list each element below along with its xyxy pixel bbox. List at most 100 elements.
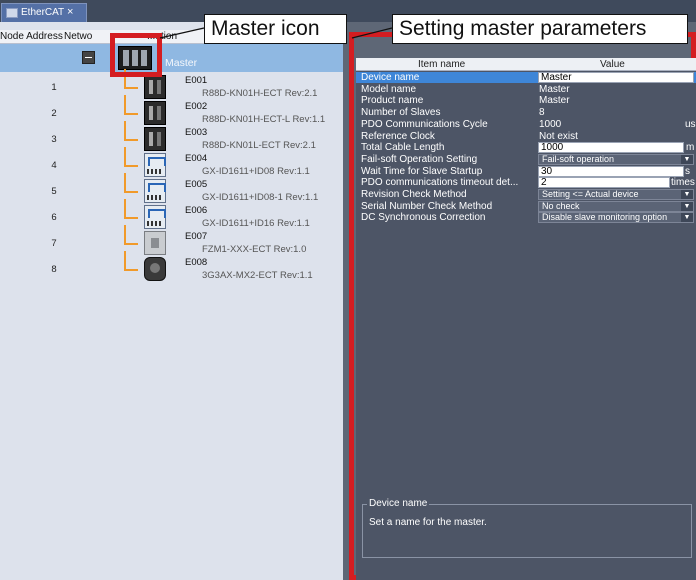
item-name-header: Item name xyxy=(418,59,466,70)
property-name: PDO Communications Cycle xyxy=(361,118,488,130)
property-name: Model name xyxy=(361,83,417,95)
servo-drive-icon[interactable] xyxy=(144,127,166,151)
properties-header: Item name Value xyxy=(356,58,696,71)
property-row[interactable]: Total Cable Length 1000 m xyxy=(356,142,696,154)
property-name: Device name xyxy=(361,72,420,83)
ethercat-tab-icon xyxy=(6,8,18,18)
property-row[interactable]: Revision Check Method Setting <= Actual d… xyxy=(356,189,696,200)
chevron-down-icon[interactable]: ▼ xyxy=(681,201,693,211)
close-icon[interactable]: × xyxy=(67,6,73,18)
slave-row[interactable]: 2 E002 R88D-KN01H-ECT-L Rev:1.1 xyxy=(0,95,343,127)
node-address: 8 xyxy=(51,264,57,275)
network-wire xyxy=(124,147,138,167)
chevron-down-icon[interactable]: ▼ xyxy=(681,213,693,223)
network-wire xyxy=(124,173,138,193)
property-value: Master xyxy=(539,95,570,107)
device-model: E005 xyxy=(185,179,208,190)
property-row[interactable]: Product name Master xyxy=(356,95,696,106)
network-wire xyxy=(124,199,138,219)
description-text: Set a name for the master. xyxy=(369,517,487,528)
property-name: Wait Time for Slave Startup xyxy=(361,165,483,177)
chevron-down-icon[interactable]: ▼ xyxy=(681,190,693,199)
slave-row[interactable]: 4 E004 GX-ID1611+ID08 Rev:1.1 xyxy=(0,147,343,179)
property-row[interactable]: Device name Master xyxy=(356,72,696,83)
column-network[interactable]: Netwo xyxy=(64,31,92,42)
property-value: Not exist xyxy=(539,130,578,142)
inverter-icon[interactable] xyxy=(144,257,166,281)
property-row[interactable]: PDO Communications Cycle 1000 us xyxy=(356,119,696,130)
property-input[interactable]: 1000 xyxy=(538,142,684,154)
node-address: 2 xyxy=(51,108,57,119)
master-icon-highlight xyxy=(110,33,162,77)
device-product: GX-ID1611+ID08 Rev:1.1 xyxy=(202,166,310,177)
property-row[interactable]: Fail-soft Operation Setting Fail-soft ope… xyxy=(356,153,696,165)
dropdown-value: Fail-soft operation xyxy=(542,153,615,164)
node-address: 7 xyxy=(51,238,57,249)
network-wire xyxy=(124,121,138,141)
device-product: FZM1-XXX-ECT Rev:1.0 xyxy=(202,244,307,255)
network-wire xyxy=(124,95,138,115)
slave-row[interactable]: 7 E007 FZM1-XXX-ECT Rev:1.0 xyxy=(0,225,343,257)
property-name: Number of Slaves xyxy=(361,107,441,119)
master-label: Master xyxy=(165,57,198,69)
network-wire xyxy=(124,251,138,271)
property-input[interactable]: 2 xyxy=(538,177,670,189)
property-name: DC Synchronous Correction xyxy=(361,212,486,224)
property-input[interactable]: 30 xyxy=(538,165,684,177)
device-product: R88D-KN01H-ECT-L Rev:1.1 xyxy=(202,114,326,125)
node-address: 5 xyxy=(51,186,57,197)
tab-ethercat[interactable]: EtherCAT × xyxy=(1,3,87,22)
master-row[interactable]: Master xyxy=(0,44,343,72)
device-product: R88D-KN01H-ECT Rev:2.1 xyxy=(202,88,318,99)
dropdown-value: Disable slave monitoring option xyxy=(542,212,668,223)
property-name: Product name xyxy=(361,95,424,107)
tab-label: EtherCAT xyxy=(21,7,65,18)
property-dropdown[interactable]: Setting <= Actual device ▼ xyxy=(538,189,694,200)
slave-row[interactable]: 5 E005 GX-ID1611+ID08-1 Rev:1.1 xyxy=(0,173,343,205)
property-row[interactable]: Reference Clock Not exist xyxy=(356,131,696,142)
slave-row[interactable]: 8 E008 3G3AX-MX2-ECT Rev:1.1 xyxy=(0,251,343,283)
device-model: E001 xyxy=(185,75,208,86)
chevron-down-icon[interactable]: ▼ xyxy=(681,154,693,164)
node-address: 6 xyxy=(51,212,57,223)
device-model: E006 xyxy=(185,205,208,216)
property-row[interactable]: Number of Slaves 8 xyxy=(356,107,696,118)
io-terminal-icon[interactable] xyxy=(144,205,166,229)
property-unit: us xyxy=(685,118,696,130)
node-address: 1 xyxy=(51,82,57,93)
description-title: Device name xyxy=(367,498,430,509)
device-model: E002 xyxy=(185,101,208,112)
slave-row[interactable]: 3 E003 R88D-KN01L-ECT Rev:2.1 xyxy=(0,121,343,153)
vision-sensor-icon[interactable] xyxy=(144,231,166,255)
slave-row[interactable]: 6 E006 GX-ID1611+ID16 Rev:1.1 xyxy=(0,199,343,231)
property-row[interactable]: PDO communications timeout det... 2 times xyxy=(356,177,696,189)
property-name: Fail-soft Operation Setting xyxy=(361,153,478,165)
node-address: 3 xyxy=(51,134,57,145)
device-product: R88D-KN01L-ECT Rev:2.1 xyxy=(202,140,316,151)
description-box: Device name Set a name for the master. xyxy=(362,498,692,558)
collapse-icon[interactable] xyxy=(82,51,95,64)
io-terminal-icon[interactable] xyxy=(144,153,166,177)
property-unit: s xyxy=(685,165,690,177)
property-row[interactable]: Serial Number Check Method No check ▼ xyxy=(356,200,696,212)
property-row[interactable]: DC Synchronous Correction Disable slave m… xyxy=(356,212,696,224)
property-dropdown[interactable]: Disable slave monitoring option ▼ xyxy=(538,212,694,224)
node-address: 4 xyxy=(51,160,57,171)
callout-setting-master-parameters: Setting master parameters xyxy=(392,14,688,44)
property-unit: times xyxy=(671,177,695,189)
property-row[interactable]: Model name Master xyxy=(356,84,696,95)
property-row[interactable]: Wait Time for Slave Startup 30 s xyxy=(356,165,696,177)
value-header: Value xyxy=(600,59,625,70)
property-dropdown[interactable]: No check ▼ xyxy=(538,200,694,212)
slave-row[interactable]: 1 E001 R88D-KN01H-ECT Rev:2.1 xyxy=(0,69,343,101)
property-input[interactable]: Master xyxy=(538,72,694,83)
device-product: 3G3AX-MX2-ECT Rev:1.1 xyxy=(202,270,313,281)
column-node-address[interactable]: Node Address xyxy=(0,31,63,42)
device-model: E007 xyxy=(185,231,208,242)
servo-drive-icon[interactable] xyxy=(144,101,166,125)
property-dropdown[interactable]: Fail-soft operation ▼ xyxy=(538,153,694,165)
io-terminal-icon[interactable] xyxy=(144,179,166,203)
servo-drive-icon[interactable] xyxy=(144,75,166,99)
device-model: E008 xyxy=(185,257,208,268)
property-value: 1000 xyxy=(539,118,562,130)
